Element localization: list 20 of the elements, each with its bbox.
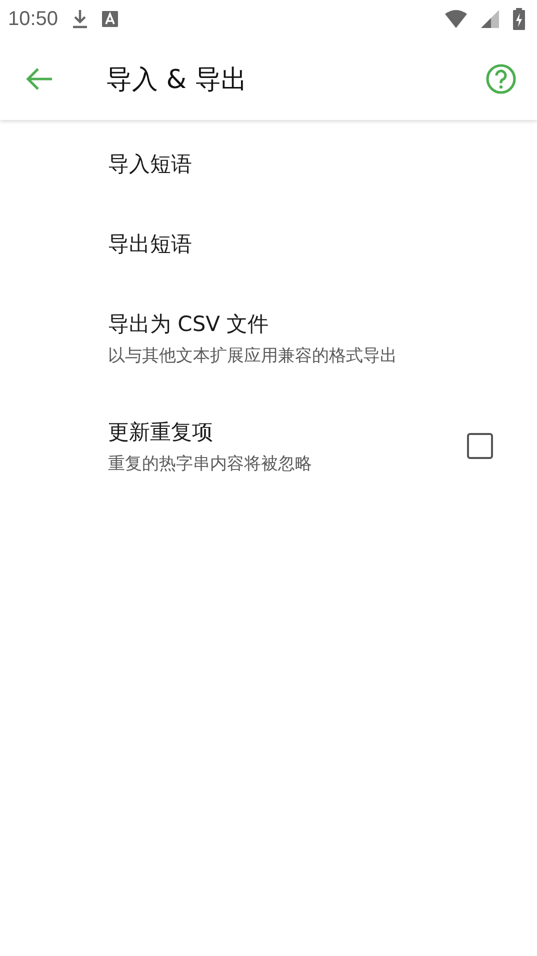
item-title: 导出为 CSV 文件 [108, 310, 270, 338]
item-subtitle: 重复的热字串内容将被忽略 [108, 452, 313, 474]
settings-item[interactable]: 导出为 CSV 文件 以与其他文本扩展应用兼容的格式导出 [0, 284, 537, 392]
wifi-icon [445, 10, 467, 28]
checkbox[interactable] [467, 433, 493, 459]
page-title: 导入 & 导出 [106, 64, 248, 96]
settings-item[interactable]: 导出短语 [0, 204, 537, 284]
battery-icon [513, 8, 525, 30]
back-button[interactable] [26, 67, 54, 91]
item-subtitle: 以与其他文本扩展应用兼容的格式导出 [108, 344, 398, 366]
download-icon [72, 9, 88, 29]
item-title: 更新重复项 [108, 418, 214, 446]
item-title: 导入短语 [108, 151, 193, 178]
settings-item[interactable]: 导入短语 [0, 124, 537, 204]
help-button[interactable] [485, 63, 517, 95]
signal-icon [481, 10, 499, 28]
item-title: 导出短语 [108, 231, 193, 258]
status-time: 10:50 [8, 8, 58, 30]
settings-item[interactable]: 更新重复项 重复的热字串内容将被忽略 [0, 392, 537, 500]
notification-icon [102, 11, 118, 27]
